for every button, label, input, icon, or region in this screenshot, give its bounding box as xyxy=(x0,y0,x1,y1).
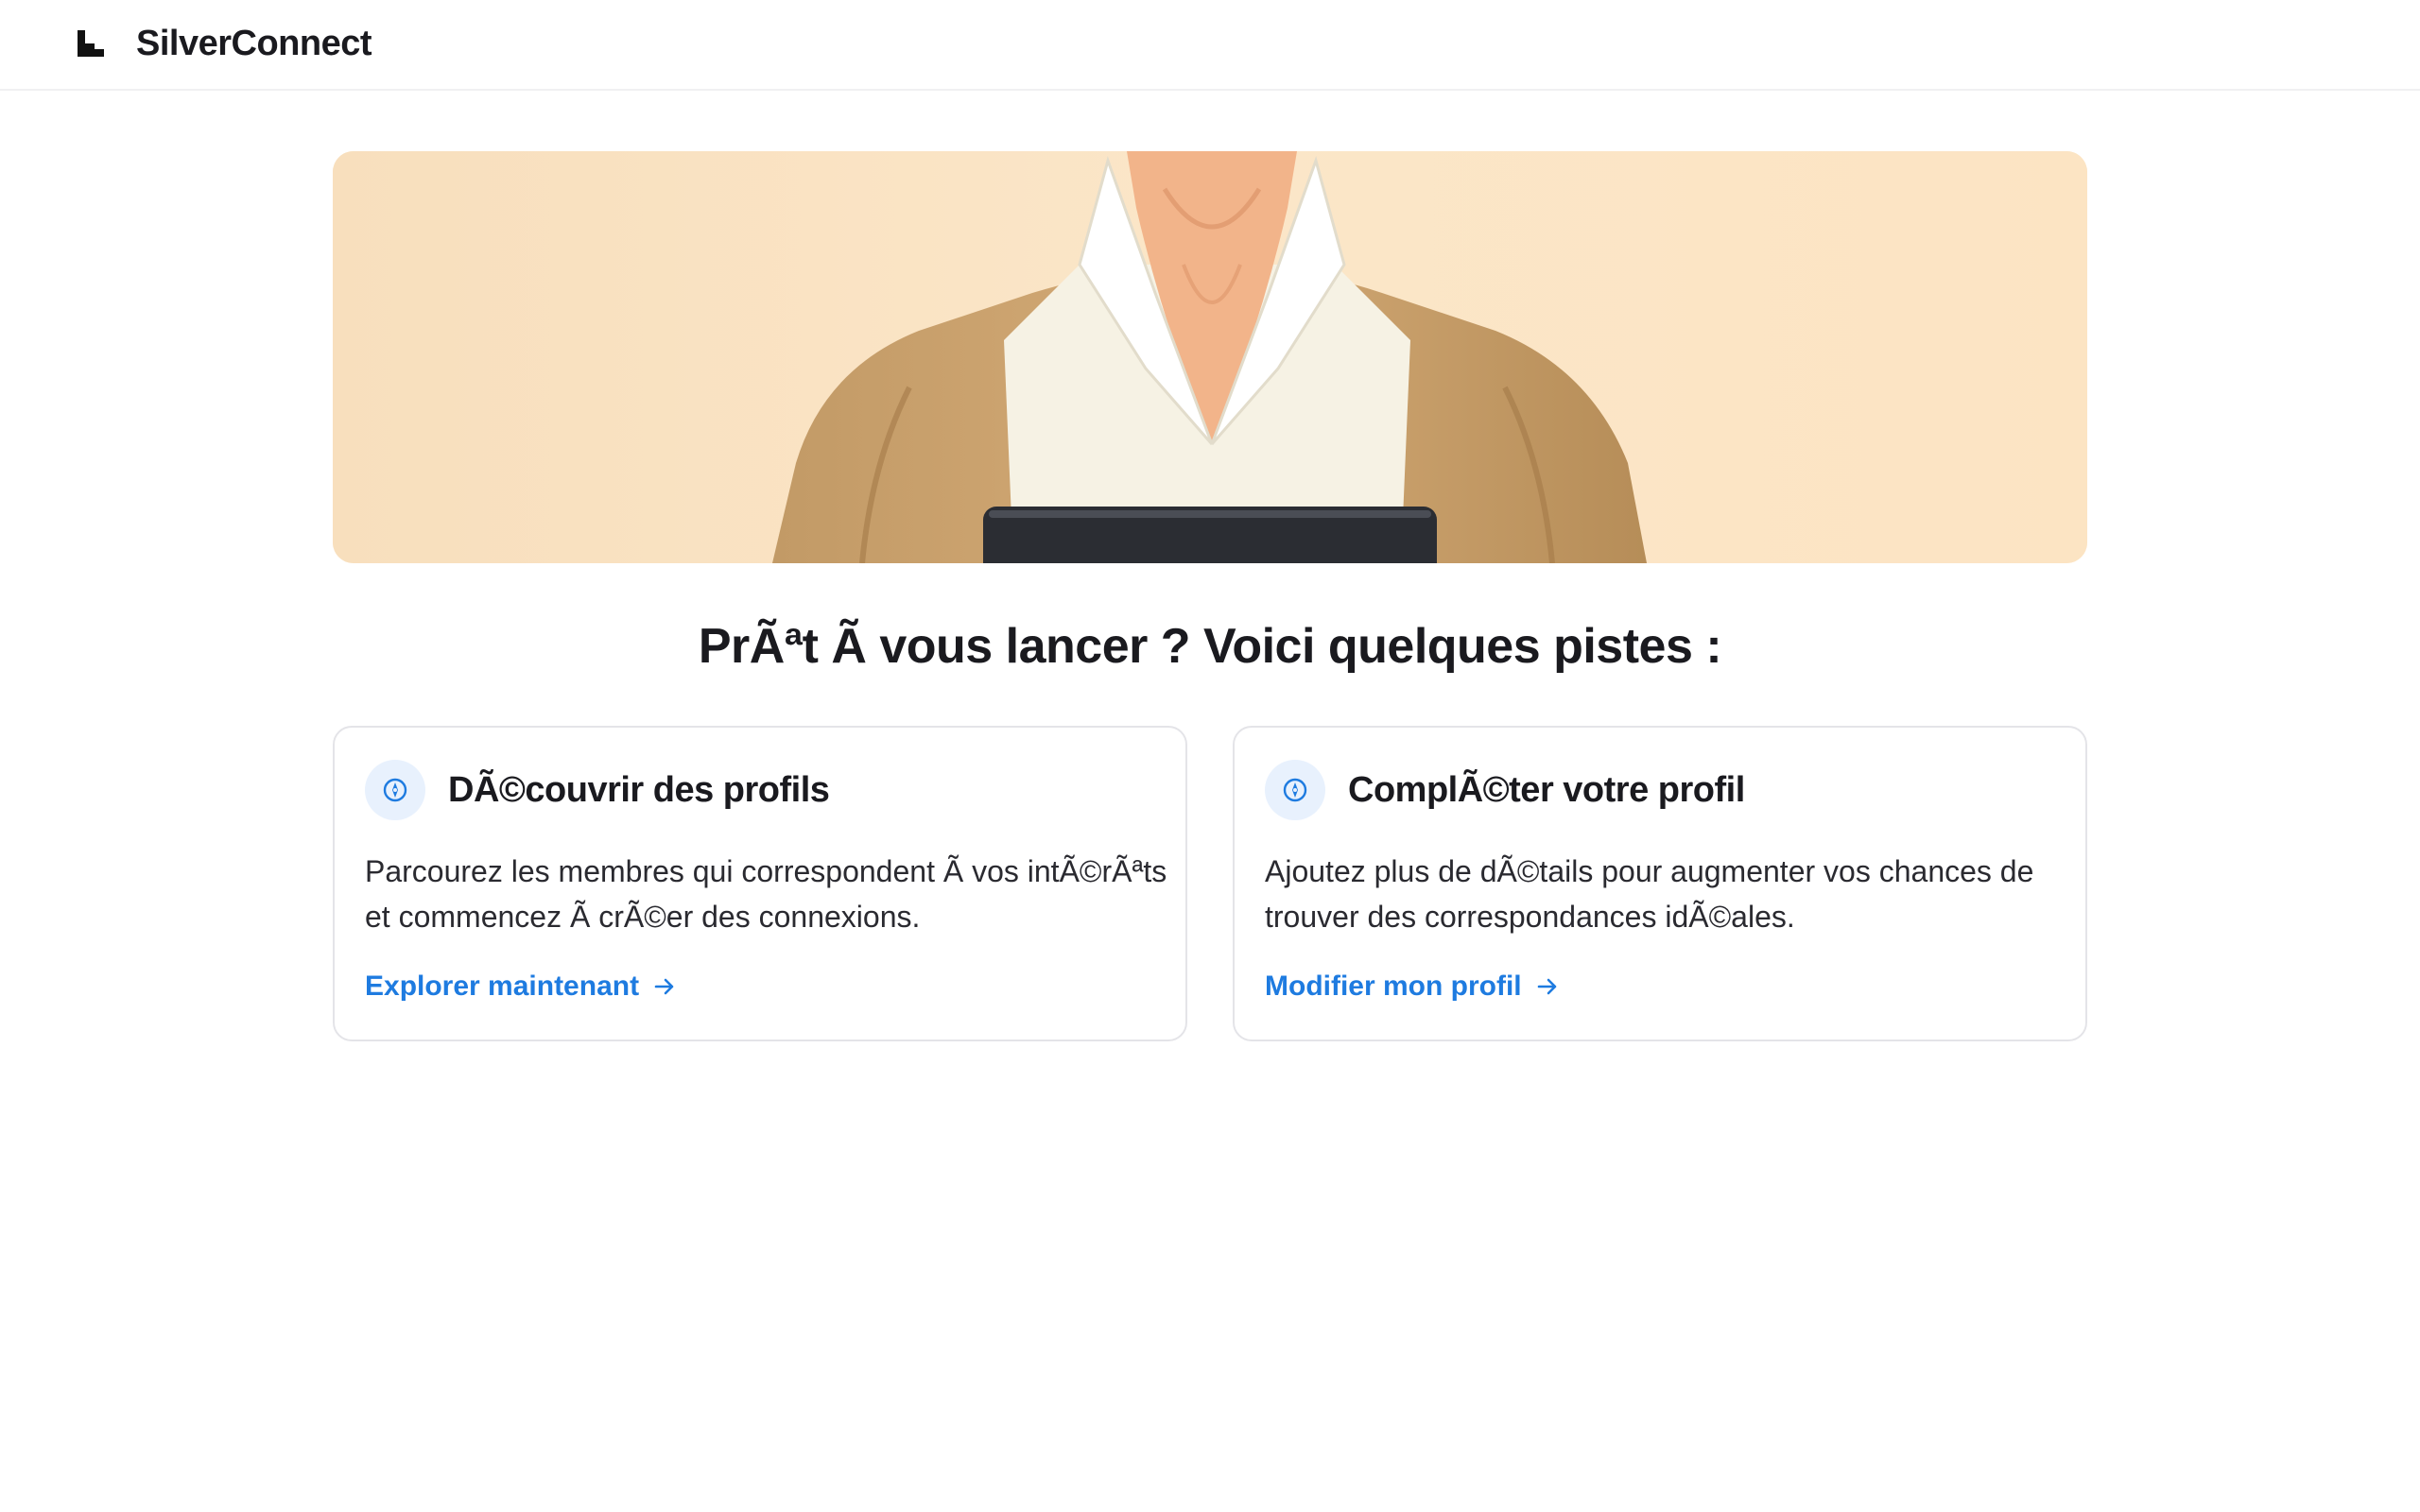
arrow-right-icon xyxy=(1537,978,1556,995)
compass-icon xyxy=(365,760,425,820)
top-bar: SilverConnect xyxy=(0,0,2420,91)
brand-name[interactable]: SilverConnect xyxy=(136,21,372,66)
card-description: Parcourez les membres qui correspondent … xyxy=(365,854,1167,934)
edit-profile-link[interactable]: Modifier mon profil xyxy=(1265,968,1560,1005)
explore-now-link[interactable]: Explorer maintenant xyxy=(365,968,677,1005)
card-description: Ajoutez plus de dÃ©tails pour augmenter … xyxy=(1265,854,2034,934)
card-complete-profile: ComplÃ©ter votre profil Ajoutez plus de … xyxy=(1233,726,2087,1041)
chart-bars-icon[interactable] xyxy=(78,30,104,57)
card-title: ComplÃ©ter votre profil xyxy=(1348,770,1745,810)
arrow-right-icon xyxy=(654,978,674,995)
hero-image xyxy=(333,151,2087,563)
link-label: Explorer maintenant xyxy=(365,971,640,1002)
card-title: DÃ©couvrir des profils xyxy=(448,770,830,810)
compass-icon xyxy=(1265,760,1325,820)
page-headline: PrÃªt Ã vous lancer ? Voici quelques pis… xyxy=(698,619,1722,674)
card-discover-profiles: DÃ©couvrir des profils Parcourez les mem… xyxy=(333,726,1187,1041)
link-label: Modifier mon profil xyxy=(1265,971,1522,1002)
